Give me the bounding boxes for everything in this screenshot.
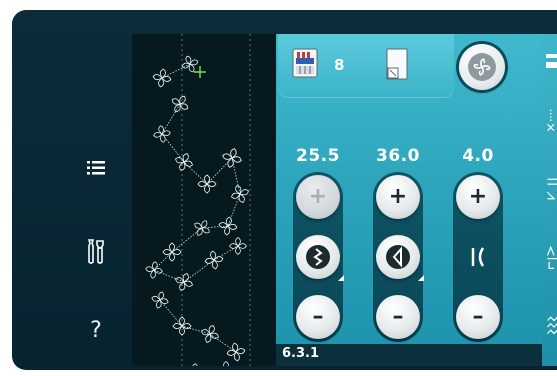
needle-stop-icon[interactable] — [544, 108, 557, 134]
sheet-icon — [386, 48, 408, 80]
balance-icon — [471, 247, 485, 267]
stitch-width-button[interactable] — [296, 235, 344, 281]
stitch-preview[interactable] — [132, 34, 277, 366]
top-card: 8 — [278, 34, 454, 98]
stitch-motif — [223, 361, 229, 366]
pattern-start-button[interactable] — [459, 44, 505, 90]
sheet-button[interactable] — [384, 48, 420, 84]
stitch-pattern-graphic — [145, 34, 251, 366]
stitch-motif — [145, 261, 163, 279]
stitch-menu-icon[interactable] — [544, 314, 557, 340]
width-plus-button[interactable]: + — [296, 175, 340, 219]
stitch-length-icon — [386, 245, 410, 269]
help-icon: ? — [90, 317, 102, 343]
alphabet-icon[interactable] — [544, 244, 557, 270]
pattern-start-icon — [468, 53, 496, 81]
width-column: + – — [293, 172, 344, 342]
length-plus-button[interactable]: + — [376, 175, 420, 219]
screen: ? 8 25.5 + – 36.0 + – 4.0 + – 6.3.1 — [0, 0, 557, 376]
help-button[interactable]: ? — [80, 314, 112, 346]
stitch-motif — [153, 125, 171, 143]
stitch-number: 6.3.1 — [282, 346, 320, 361]
stitch-motif — [194, 220, 210, 236]
stitch-width-value: 25.5 — [296, 146, 340, 166]
length-column: + – — [373, 172, 424, 342]
balance-plus-button[interactable]: + — [456, 175, 500, 219]
stitch-length-button[interactable] — [376, 235, 424, 281]
balance-minus-button[interactable]: – — [456, 295, 500, 339]
settings-button[interactable] — [80, 236, 112, 268]
balance-value: 4.0 — [462, 146, 494, 166]
list-icon — [87, 161, 105, 175]
stitch-thread — [153, 63, 241, 353]
balance-button[interactable] — [456, 235, 500, 279]
status-bar: 6.3.1 — [276, 344, 542, 366]
list-menu-button[interactable] — [80, 152, 112, 184]
length-corner-marker — [418, 275, 424, 281]
stitch-motif — [175, 273, 193, 291]
length-minus-button[interactable]: – — [376, 295, 420, 339]
threader-count: 8 — [334, 56, 345, 74]
tools-icon — [87, 239, 104, 264]
tie-off-icon[interactable] — [544, 176, 557, 202]
stitch-motif — [218, 216, 238, 236]
device-frame: ? 8 25.5 + – 36.0 + – 4.0 + – 6.3.1 — [12, 10, 557, 370]
balance-column: + – — [453, 172, 503, 342]
stitch-motif — [226, 342, 246, 362]
stitch-settings-panel: 8 25.5 + – 36.0 + – 4.0 + – — [276, 34, 542, 344]
presser-foot-icon — [292, 48, 318, 78]
top-toolbar: 8 — [276, 34, 542, 104]
stitch-length-value: 36.0 — [376, 146, 420, 166]
presser-foot-sensor-icon[interactable] — [544, 50, 557, 76]
right-toolbar — [542, 34, 557, 366]
width-corner-marker — [338, 275, 344, 281]
width-minus-button[interactable]: – — [296, 295, 340, 339]
stitch-width-icon — [306, 245, 330, 269]
needle-threader-button[interactable]: 8 — [292, 48, 344, 84]
stitch-motif — [192, 363, 198, 366]
